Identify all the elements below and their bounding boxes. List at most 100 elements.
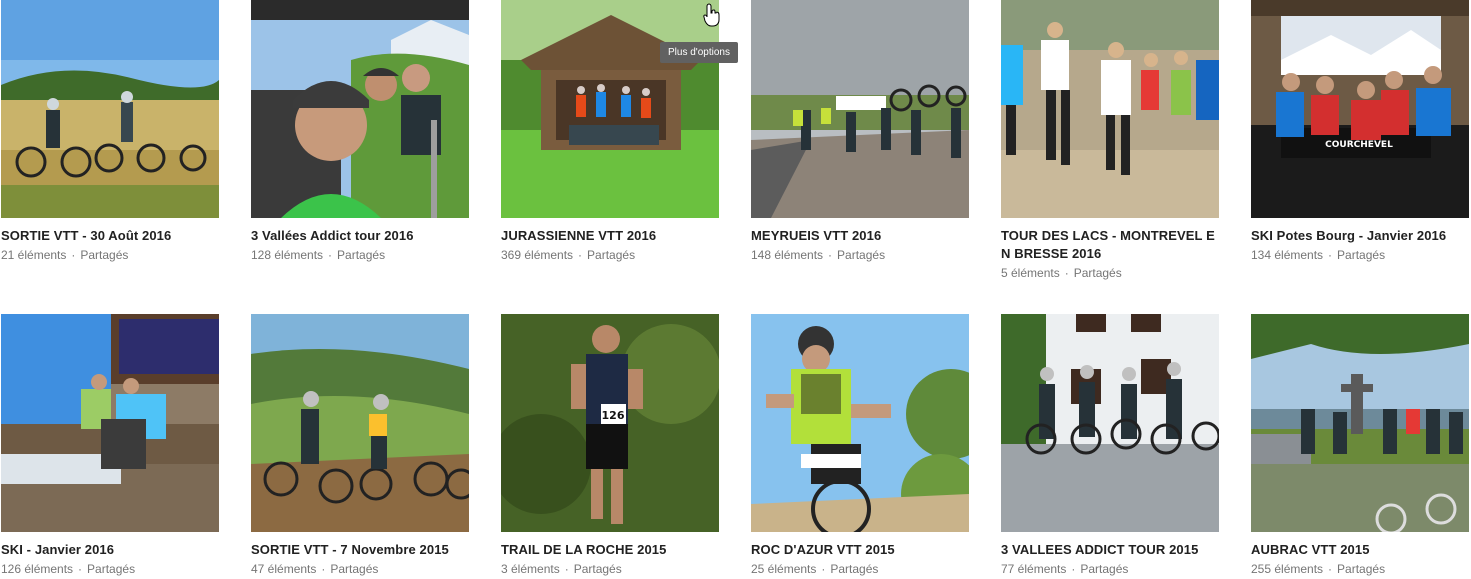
album-thumbnail[interactable]	[501, 0, 719, 218]
album-card[interactable]: 126 TRAIL DE LA ROCHE 2015 3 éléments · Pa…	[501, 314, 719, 578]
ski-group-sign-image: COURCHEVEL	[1251, 0, 1469, 218]
album-thumbnail[interactable]	[751, 0, 969, 218]
album-card[interactable]: ROC D'AZUR VTT 2015 25 éléments · Partagés	[751, 314, 969, 578]
album-card[interactable]: SORTIE VTT - 7 Novembre 2015 47 éléments…	[251, 314, 469, 578]
album-title[interactable]: 3 Vallées Addict tour 2016	[251, 227, 469, 245]
album-card[interactable]: AUBRAC VTT 2015 255 éléments · Partagés	[1251, 314, 1469, 578]
album-meta: 77 éléments · Partagés	[1001, 560, 1219, 578]
album-title[interactable]: ROC D'AZUR VTT 2015	[751, 541, 969, 559]
album-card[interactable]: TOUR DES LACS - MONTREVEL EN BRESSE 2016…	[1001, 0, 1219, 282]
album-title[interactable]: TRAIL DE LA ROCHE 2015	[501, 541, 719, 559]
item-count: 3 éléments	[501, 562, 560, 576]
separator-dot: ·	[1064, 266, 1069, 280]
album-thumbnail[interactable]	[751, 314, 969, 532]
item-count: 148 éléments	[751, 248, 824, 262]
separator-dot: ·	[578, 248, 583, 262]
hut-group-image	[501, 0, 719, 218]
album-card[interactable]: SKI - Janvier 2016 126 éléments · Partagés	[1, 314, 219, 578]
album-card[interactable]: JURASSIENNE VTT 2016 369 éléments · Partag…	[501, 0, 719, 264]
album-title[interactable]: SORTIE VTT - 7 Novembre 2015	[251, 541, 469, 559]
item-count: 47 éléments	[251, 562, 317, 576]
shared-label: Partagés	[337, 248, 386, 262]
album-card[interactable]: COURCHEVEL SKI Potes Bourg - Janvier 201…	[1251, 0, 1469, 264]
shared-label: Partagés	[837, 248, 886, 262]
album-title[interactable]: MEYRUEIS VTT 2016	[751, 227, 969, 245]
separator-dot: ·	[1328, 562, 1333, 576]
chairlift-selfie-image	[251, 0, 469, 218]
item-count: 25 éléments	[751, 562, 817, 576]
album-thumbnail[interactable]	[1001, 314, 1219, 532]
bib-number-text: 126	[602, 409, 625, 422]
album-title[interactable]: AUBRAC VTT 2015	[1251, 541, 1469, 559]
ski-cabin-terrace-image	[1, 314, 219, 532]
album-thumbnail[interactable]	[251, 0, 469, 218]
separator-dot: ·	[321, 562, 326, 576]
album-meta: 255 éléments · Partagés	[1251, 560, 1469, 578]
item-count: 5 éléments	[1001, 266, 1060, 280]
separator-dot: ·	[78, 562, 83, 576]
item-count: 369 éléments	[501, 248, 574, 262]
album-meta: 47 éléments · Partagés	[251, 560, 469, 578]
shared-label: Partagés	[80, 248, 129, 262]
album-title[interactable]: SORTIE VTT - 30 Août 2016	[1, 227, 219, 245]
shared-label: Partagés	[587, 248, 636, 262]
album-meta: 3 éléments · Partagés	[501, 560, 719, 578]
item-count: 126 éléments	[1, 562, 74, 576]
separator-dot: ·	[828, 248, 833, 262]
courchevel-sign-text: COURCHEVEL	[1325, 140, 1393, 150]
album-meta: 134 éléments · Partagés	[1251, 246, 1469, 264]
shared-label: Partagés	[1073, 266, 1122, 280]
road-group-bikes-image	[751, 0, 969, 218]
separator-dot: ·	[564, 562, 569, 576]
album-card[interactable]: 3 VALLEES ADDICT TOUR 2015 77 éléments · P…	[1001, 314, 1219, 578]
item-count: 77 éléments	[1001, 562, 1067, 576]
album-card[interactable]: MEYRUEIS VTT 2016 148 éléments · Partagés	[751, 0, 969, 264]
hill-bikers-image	[251, 314, 469, 532]
album-meta: 369 éléments · Partagés	[501, 246, 719, 264]
album-thumbnail[interactable]	[1001, 0, 1219, 218]
shared-label: Partagés	[1337, 562, 1386, 576]
item-count: 128 éléments	[251, 248, 324, 262]
separator-dot: ·	[71, 248, 76, 262]
album-grid: SORTIE VTT - 30 Août 2016 21 éléments · Pa…	[0, 0, 1471, 579]
album-meta: 5 éléments · Partagés	[1001, 264, 1219, 282]
separator-dot: ·	[328, 248, 333, 262]
album-title[interactable]: JURASSIENNE VTT 2016	[501, 227, 719, 245]
house-bikers-image	[1001, 314, 1219, 532]
shared-label: Partagés	[330, 562, 379, 576]
album-card[interactable]: 3 Vallées Addict tour 2016 128 éléments ·…	[251, 0, 469, 264]
album-meta: 25 éléments · Partagés	[751, 560, 969, 578]
album-title[interactable]: SKI Potes Bourg - Janvier 2016	[1251, 227, 1469, 245]
trail-runner-image: 126	[501, 314, 719, 532]
shared-label: Partagés	[830, 562, 879, 576]
shared-label: Partagés	[1337, 248, 1386, 262]
album-thumbnail[interactable]	[1251, 314, 1469, 532]
album-thumbnail[interactable]	[1, 314, 219, 532]
item-count: 255 éléments	[1251, 562, 1324, 576]
album-thumbnail[interactable]: COURCHEVEL	[1251, 0, 1469, 218]
album-title[interactable]: TOUR DES LACS - MONTREVEL EN BRESSE 2016	[1001, 227, 1215, 263]
separator-dot: ·	[1328, 248, 1333, 262]
album-title[interactable]: SKI - Janvier 2016	[1, 541, 219, 559]
album-meta: 128 éléments · Partagés	[251, 246, 469, 264]
shared-label: Partagés	[87, 562, 136, 576]
album-card[interactable]: SORTIE VTT - 30 Août 2016 21 éléments · Pa…	[1, 0, 219, 264]
more-options-tooltip: Plus d'options	[660, 42, 738, 63]
album-thumbnail[interactable]	[251, 314, 469, 532]
cross-bikers-image	[1251, 314, 1469, 532]
hand-cursor-icon	[703, 3, 720, 27]
shared-label: Partagés	[573, 562, 622, 576]
album-meta: 148 éléments · Partagés	[751, 246, 969, 264]
separator-dot: ·	[1071, 562, 1076, 576]
album-thumbnail[interactable]: 126	[501, 314, 719, 532]
runners-race-image	[1001, 0, 1219, 218]
shared-label: Partagés	[1080, 562, 1129, 576]
item-count: 21 éléments	[1, 248, 67, 262]
album-thumbnail[interactable]	[1, 0, 219, 218]
item-count: 134 éléments	[1251, 248, 1324, 262]
album-title[interactable]: 3 VALLEES ADDICT TOUR 2015	[1001, 541, 1219, 559]
album-meta: 21 éléments · Partagés	[1, 246, 219, 264]
separator-dot: ·	[821, 562, 826, 576]
album-meta: 126 éléments · Partagés	[1, 560, 219, 578]
meadow-bikes-image	[1, 0, 219, 218]
